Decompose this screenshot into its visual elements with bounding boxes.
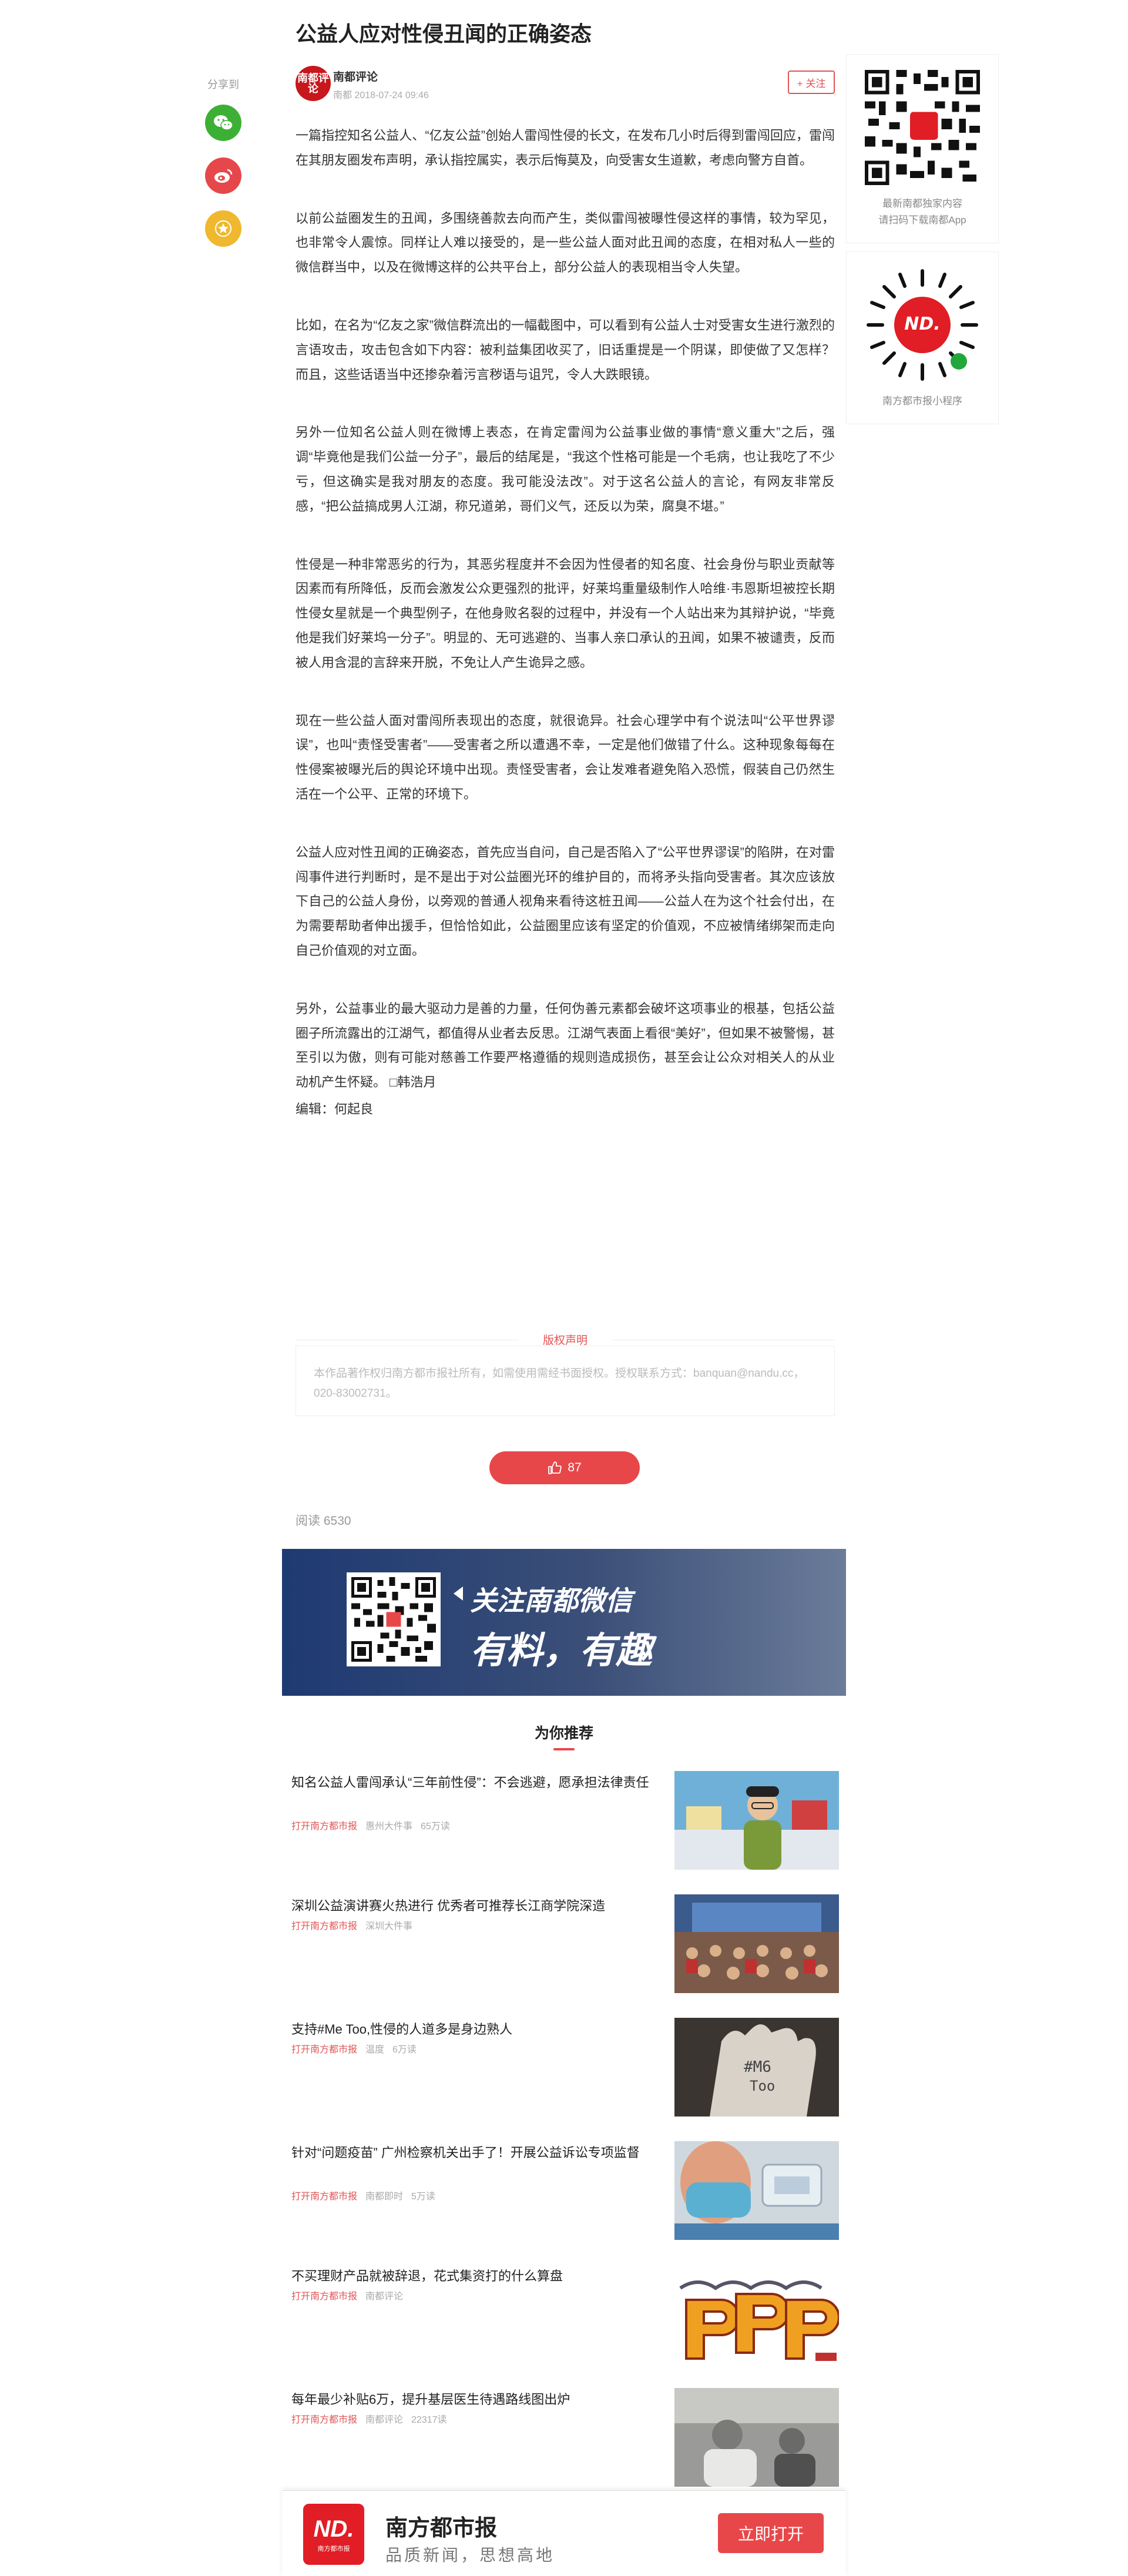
recommend-item-tag: 南都即时 — [365, 2192, 404, 2202]
svg-text:ND.: ND. — [904, 314, 940, 334]
recommend-item-views: 5万读 — [411, 2192, 435, 2202]
article-paragraph: 性侵是一种非常恶劣的行为，其恶劣程度并不会因为性侵者的知名度、社会身份与职业贡献… — [296, 556, 835, 670]
recommend-item-meta: 打开南方都市报 温度 6万读 — [291, 2041, 417, 2055]
publish-meta: 南都 2018-07-24 09:46 — [333, 90, 429, 100]
recommend-item[interactable]: 支持#Me Too,性侵的人道多是身边熟人 打开南方都市报 温度 6万读 #M6 T… — [291, 2018, 839, 2117]
app-slogan: 品质新闻，思想高地 — [385, 2546, 555, 2564]
app-open-bar: ND. 南方都市报 南方都市报 品质新闻，思想高地 立即打开 — [282, 2490, 846, 2576]
mini-program-card: ND. 南方都市报小程序 — [846, 251, 999, 424]
article-paragraph: 另外一位知名公益人则在微博上表态，在肯定雷闯为公益事业做的事情“意义重大”之后，… — [296, 425, 835, 514]
recommend-item-title[interactable]: 每年最少补贴6万，提升基层医生待遇路线图出炉 — [291, 2390, 667, 2409]
mini-program-caption: 南方都市报小程序 — [882, 395, 962, 407]
recommend-item-title[interactable]: 知名公益人雷闯承认“三年前性侵”：不会逃避，愿承担法律责任 — [291, 1773, 667, 1792]
read-count: 阅读 6530 — [296, 1514, 351, 1528]
open-app-link[interactable]: 打开南方都市报 — [291, 2292, 357, 2302]
recommend-underline — [553, 1748, 575, 1750]
wechat-share-button[interactable] — [205, 105, 241, 141]
wechat-icon — [214, 115, 233, 130]
article-paragraph: 另外，公益事业的最大驱动力是善的力量，任何伪善元素都会破坏这项事业的根基，包括公… — [296, 1001, 835, 1090]
copyright-heading: 版权声明 — [296, 1331, 835, 1347]
article-paragraph: 现在一些公益人面对雷闯所表现出的态度，就很诡异。社会心理学中有个说法叫“公平世界… — [296, 713, 835, 801]
recommend-item-title[interactable]: 针对“问题疫苗” 广州检察机关出手了！开展公益诉讼专项监督 — [291, 2144, 667, 2162]
recommend-item-meta: 打开南方都市报 惠州大件事 65万读 — [291, 1818, 450, 1832]
like-count: 87 — [568, 1461, 582, 1474]
favorite-button[interactable] — [205, 210, 241, 247]
author-avatar[interactable]: 南都评论 — [296, 66, 331, 101]
recommend-item-views: 65万读 — [421, 1822, 450, 1832]
recommend-item-meta: 打开南方都市报 南都即时 5万读 — [291, 2188, 435, 2202]
open-app-link[interactable]: 打开南方都市报 — [291, 2192, 357, 2202]
author-name[interactable]: 南都评论 — [333, 68, 378, 84]
mini-program-code[interactable]: ND. — [865, 267, 980, 383]
thumbs-up-icon — [548, 1461, 562, 1474]
recommend-item-thumbnail[interactable] — [674, 1894, 839, 1993]
recommend-item-tag: 深圳大件事 — [365, 1921, 413, 1931]
weibo-icon — [214, 169, 233, 183]
follow-button[interactable]: + 关注 — [788, 71, 835, 94]
recommend-item[interactable]: 不买理财产品就被辞退，花式集资打的什么算盘 打开南方都市报 南都评论 — [291, 2265, 839, 2363]
open-app-button[interactable]: 立即打开 — [718, 2513, 824, 2553]
recommend-item-meta: 打开南方都市报 南都评论 22317读 — [291, 2411, 447, 2426]
nandu-app-logo: ND. 南方都市报 — [303, 2504, 364, 2565]
author-bar: 南都评论 南都评论 南都 2018-07-24 09:46 + 关注 — [296, 63, 835, 108]
recommend-item-views: 22317读 — [411, 2415, 447, 2425]
star-icon — [215, 220, 231, 237]
article-paragraph: 公益人应对性丑闻的正确姿态，首先应当自问，自己是否陷入了“公平世界谬误”的陷阱，… — [296, 844, 835, 958]
article-paragraph: 以前公益圈发生的丑闻，多围绕善款去向而产生，类似雷闯被曝性侵这样的事情，较为罕见… — [296, 210, 835, 275]
weibo-share-button[interactable] — [205, 157, 241, 194]
banner-line-2: 有料，有趣 — [470, 1631, 653, 1671]
article-paragraph: 比如，在名为“亿友之家”微信群流出的一幅截图中，可以看到有公益人士对受害女生进行… — [296, 317, 835, 382]
article-title: 公益人应对性侵丑闻的正确姿态 — [296, 22, 592, 46]
recommend-item-tag: 温度 — [365, 2045, 385, 2055]
recommend-item-tag: 惠州大件事 — [365, 1822, 413, 1832]
article-paragraph: 一篇指控知名公益人、“亿友公益”创始人雷闯性侵的长文，在发布几小时后得到雷闯回应… — [296, 128, 835, 167]
recommend-item-thumbnail[interactable] — [674, 2141, 839, 2240]
recommend-item-tag: 南都评论 — [365, 2292, 404, 2302]
recommend-item[interactable]: 知名公益人雷闯承认“三年前性侵”：不会逃避，愿承担法律责任 打开南方都市报 惠州大… — [291, 1771, 839, 1870]
app-qr-code[interactable] — [865, 70, 980, 185]
copyright-notice: 本作品著作权归南方都市报社所有，如需使用需经书面授权。授权联系方式：banqua… — [296, 1346, 835, 1416]
article-body: 一篇指控知名公益人、“亿友公益”创始人雷闯性侵的长文，在发布几小时后得到雷闯回应… — [296, 123, 835, 1121]
open-app-link[interactable]: 打开南方都市报 — [291, 2045, 357, 2055]
share-panel: 分享到 — [200, 76, 247, 263]
app-name: 南方都市报 — [385, 2514, 498, 2541]
recommend-item-thumbnail[interactable] — [674, 1771, 839, 1870]
banner-line-1: 关注南都微信 — [470, 1585, 632, 1616]
wechat-qr-code — [347, 1572, 441, 1666]
svg-text:Too: Too — [750, 2078, 775, 2094]
recommend-item[interactable]: 每年最少补贴6万，提升基层医生待遇路线图出炉 打开南方都市报 南都评论 22317读 — [291, 2388, 839, 2487]
recommend-item-thumbnail[interactable] — [674, 2388, 839, 2487]
copyright-title: 版权声明 — [536, 1334, 593, 1347]
recommend-item-views: 6万读 — [392, 2045, 417, 2055]
recommend-item[interactable]: 深圳公益演讲赛火热进行 优秀者可推荐长江商学院深造 打开南方都市报 深圳大件事 — [291, 1894, 839, 1993]
share-label: 分享到 — [207, 79, 239, 90]
wechat-follow-banner[interactable]: 关注南都微信 有料，有趣 — [282, 1549, 846, 1696]
arrow-left-icon — [454, 1586, 463, 1601]
recommend-item-meta: 打开南方都市报 南都评论 — [291, 2288, 411, 2302]
logo-subtext: 南方都市报 — [317, 2545, 350, 2552]
recommend-item-title[interactable]: 支持#Me Too,性侵的人道多是身边熟人 — [291, 2020, 667, 2038]
recommend-item[interactable]: 针对“问题疫苗” 广州检察机关出手了！开展公益诉讼专项监督 打开南方都市报 南都即… — [291, 2141, 839, 2240]
open-app-link[interactable]: 打开南方都市报 — [291, 1921, 357, 1931]
recommend-item-meta: 打开南方都市报 深圳大件事 — [291, 1918, 421, 1932]
svg-text:#M6: #M6 — [744, 2058, 771, 2076]
like-button[interactable]: 87 — [489, 1451, 640, 1484]
recommend-item-thumbnail[interactable] — [674, 2265, 839, 2363]
recommend-item-tag: 南都评论 — [365, 2415, 404, 2425]
open-app-link[interactable]: 打开南方都市报 — [291, 1822, 357, 1832]
recommend-item-title[interactable]: 不买理财产品就被辞退，花式集资打的什么算盘 — [291, 2267, 667, 2285]
editor-credit: 编辑：何起良 — [296, 1101, 374, 1116]
recommend-heading: 为你推荐 — [534, 1725, 593, 1742]
recommend-item-title[interactable]: 深圳公益演讲赛火热进行 优秀者可推荐长江商学院深造 — [291, 1897, 667, 1915]
recommend-item-thumbnail[interactable]: #M6 Too — [674, 2018, 839, 2117]
app-download-card: 最新南都独家内容 请扫码下载南都App — [846, 54, 999, 243]
app-download-caption: 最新南都独家内容 请扫码下载南都App — [878, 198, 966, 226]
logo-text: ND. — [313, 2515, 354, 2542]
open-app-link[interactable]: 打开南方都市报 — [291, 2415, 357, 2425]
